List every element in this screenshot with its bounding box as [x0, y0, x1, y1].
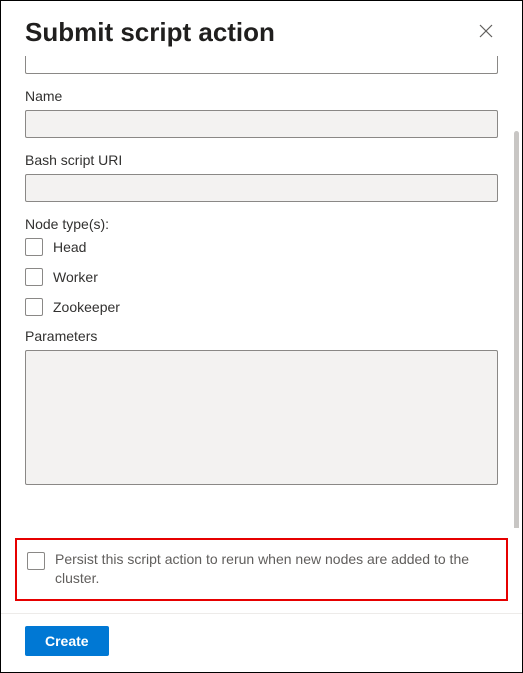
node-type-head-label: Head: [53, 239, 86, 255]
panel-title: Submit script action: [25, 17, 275, 48]
node-type-zookeeper-checkbox[interactable]: [25, 298, 43, 316]
node-type-zookeeper-row: Zookeeper: [25, 298, 498, 316]
persist-row: Persist this script action to rerun when…: [27, 550, 496, 589]
persist-section-highlight: Persist this script action to rerun when…: [15, 538, 508, 601]
scrollbar[interactable]: [514, 131, 519, 528]
close-icon: [478, 23, 494, 39]
previous-field-partial[interactable]: [25, 56, 498, 74]
name-input[interactable]: [25, 110, 498, 138]
bash-uri-label: Bash script URI: [25, 152, 498, 168]
panel-footer: Create: [1, 613, 522, 672]
submit-script-action-panel: Submit script action Name Bash script UR…: [0, 0, 523, 673]
bash-uri-input[interactable]: [25, 174, 498, 202]
node-types-label: Node type(s):: [25, 216, 498, 232]
form-scroll-area[interactable]: Name Bash script URI Node type(s): Head …: [1, 56, 522, 528]
parameters-label: Parameters: [25, 328, 498, 344]
persist-label: Persist this script action to rerun when…: [55, 550, 496, 589]
close-button[interactable]: [474, 19, 498, 46]
node-type-zookeeper-label: Zookeeper: [53, 299, 120, 315]
name-label: Name: [25, 88, 498, 104]
node-type-worker-label: Worker: [53, 269, 98, 285]
persist-checkbox[interactable]: [27, 552, 45, 570]
node-type-head-checkbox[interactable]: [25, 238, 43, 256]
create-button[interactable]: Create: [25, 626, 109, 656]
panel-header: Submit script action: [1, 1, 522, 56]
node-type-head-row: Head: [25, 238, 498, 256]
node-type-worker-row: Worker: [25, 268, 498, 286]
node-type-worker-checkbox[interactable]: [25, 268, 43, 286]
parameters-input[interactable]: [25, 350, 498, 485]
